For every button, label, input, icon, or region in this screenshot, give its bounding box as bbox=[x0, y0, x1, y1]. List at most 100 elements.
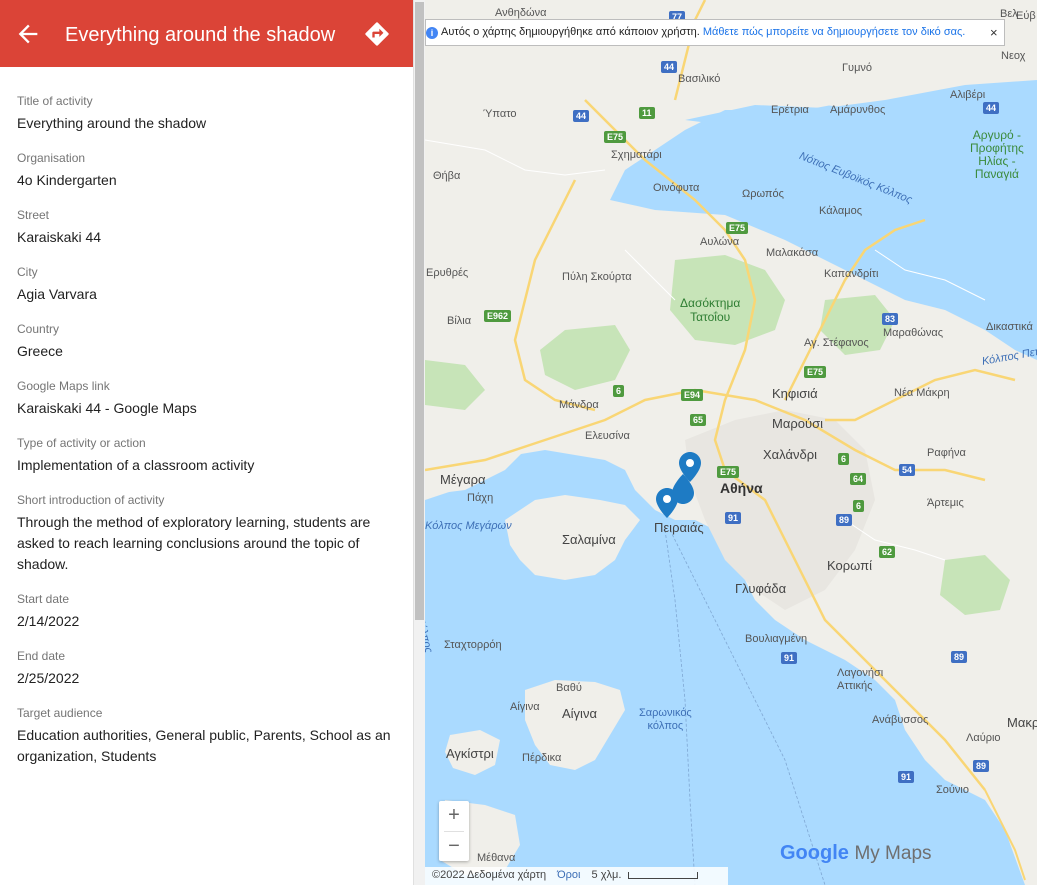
field-value: Agia Varvara bbox=[17, 286, 97, 302]
map-label: Μάνδρα bbox=[559, 399, 599, 411]
map-label: Καπανδρίτι bbox=[824, 268, 879, 280]
field-value: 4o Kindergarten bbox=[17, 172, 117, 188]
my-maps-logo: My Maps bbox=[854, 843, 932, 864]
map-label: Γυμνό bbox=[842, 62, 873, 74]
road-shield: 44 bbox=[573, 110, 590, 122]
zoom-out-button[interactable]: − bbox=[439, 832, 469, 862]
field-label: Short introduction of activity bbox=[17, 493, 165, 507]
map-label: Σούνιο bbox=[936, 784, 969, 796]
google-logo: Google bbox=[780, 842, 849, 864]
zoom-controls: + − bbox=[439, 801, 469, 861]
field-value: Education authorities, General public, P… bbox=[17, 727, 391, 764]
road-shield: 6 bbox=[613, 385, 625, 397]
field-label: Type of activity or action bbox=[17, 436, 146, 450]
zoom-in-button[interactable]: + bbox=[439, 801, 469, 831]
map-label: Γλυφάδα bbox=[735, 581, 787, 596]
field-value: 2/25/2022 bbox=[17, 670, 80, 686]
map-label: Λαγονήσι Αττικής bbox=[837, 667, 884, 692]
road-shield: 89 bbox=[836, 514, 853, 526]
field-city: City Agia Varvara bbox=[17, 264, 397, 305]
field-end-date: End date 2/25/2022 bbox=[17, 648, 397, 689]
arrow-back-icon[interactable] bbox=[14, 20, 42, 48]
road-shield: 11 bbox=[639, 107, 655, 119]
field-label: Country bbox=[17, 322, 60, 336]
map-label: Αθήνα bbox=[720, 480, 763, 496]
road-shield: 54 bbox=[899, 464, 916, 476]
map-label: Μακρ bbox=[1007, 715, 1037, 730]
field-country: Country Greece bbox=[17, 321, 397, 362]
field-label: End date bbox=[17, 649, 66, 663]
road-shield: 6 bbox=[838, 453, 850, 465]
google-my-maps-logo: Google My Maps bbox=[780, 842, 932, 865]
road-shield: 89 bbox=[973, 760, 990, 772]
road-shield: 91 bbox=[725, 512, 742, 524]
map-label: Εύβ bbox=[1016, 10, 1036, 22]
road-shield: E75 bbox=[717, 466, 740, 478]
map-label: Πύλη Σκούρτα bbox=[562, 271, 632, 283]
map-label: Οινόφυτα bbox=[653, 182, 700, 194]
map-label: Ερέτρια bbox=[771, 104, 809, 116]
field-label: City bbox=[17, 265, 38, 279]
map-label: Μέθανα bbox=[477, 852, 516, 864]
road-shield: E94 bbox=[681, 389, 704, 401]
map-label: Ερυθρές bbox=[426, 267, 469, 279]
map-label: Αγ. Στέφανος bbox=[804, 337, 869, 349]
field-value: Everything around the shadow bbox=[17, 115, 207, 131]
map-label: Άρτεμις bbox=[927, 497, 964, 509]
map-label: Βουλιαγμένη bbox=[745, 633, 808, 645]
map-label: Αίγινα bbox=[562, 706, 597, 721]
map-label: Μαραθώνας bbox=[883, 327, 944, 339]
map-label: Μαρούσι bbox=[772, 416, 823, 431]
road-shield: E962 bbox=[484, 310, 512, 322]
map-label: Ελευσίνα bbox=[585, 430, 630, 442]
notice-text: Αυτός ο χάρτης δημιουργήθηκε από κάποιον… bbox=[441, 20, 965, 45]
field-label: Title of activity bbox=[17, 94, 93, 108]
field-value: Implementation of a classroom activity bbox=[17, 457, 255, 473]
field-value: Greece bbox=[17, 343, 63, 359]
scale-label: 5 χλμ. bbox=[591, 869, 622, 881]
map-canvas[interactable]: Ανθηδώνα Βασιλικό Ύπατο Γυμνό Αλιβέρι Νε… bbox=[425, 0, 1037, 885]
map-label: Δικαστικά bbox=[986, 321, 1033, 333]
close-icon[interactable]: × bbox=[990, 20, 998, 45]
field-value: 2/14/2022 bbox=[17, 613, 80, 629]
map-label: Πειραιάς bbox=[654, 520, 704, 535]
map-label: Δασόκτημα Τατοΐου bbox=[680, 296, 741, 324]
map-label: Σαρωνικός κόλπος bbox=[639, 707, 692, 732]
map-footer: ©2022 Δεδομένα χάρτη Όροι 5 χλμ. bbox=[425, 867, 728, 885]
directions-icon[interactable] bbox=[363, 20, 391, 48]
map-label: Λαύριο bbox=[966, 732, 1001, 744]
map-label: Μέγαρα bbox=[440, 472, 486, 487]
notice-message: Αυτός ο χάρτης δημιουργήθηκε από κάποιον… bbox=[441, 26, 700, 38]
road-shield: 91 bbox=[898, 771, 915, 783]
road-shield: 89 bbox=[951, 651, 968, 663]
map-label: Πέρδικα bbox=[522, 752, 562, 764]
road-shield: 62 bbox=[879, 546, 896, 558]
field-value: Karaiskaki 44 bbox=[17, 229, 102, 245]
field-label: Street bbox=[17, 208, 50, 222]
road-shield: 44 bbox=[983, 102, 1000, 114]
map-label: Αλιβέρι bbox=[950, 89, 986, 101]
terms-link[interactable]: Όροι bbox=[557, 869, 580, 881]
map-label: Ραφήνα bbox=[927, 447, 966, 459]
map-label: Αμάρυνθος bbox=[830, 104, 886, 116]
create-map-link[interactable]: Μάθετε πώς μπορείτε να δημιουργήσετε τον… bbox=[703, 26, 965, 38]
map-label: Αγκίστρι bbox=[446, 746, 494, 761]
field-label: Start date bbox=[17, 592, 70, 606]
map-marker-pin[interactable] bbox=[656, 488, 678, 518]
maps-link[interactable]: Karaiskaki 44 - Google Maps bbox=[17, 398, 397, 419]
field-start-date: Start date 2/14/2022 bbox=[17, 591, 397, 632]
map-copyright: ©2022 Δεδομένα χάρτη bbox=[432, 869, 547, 881]
map-background bbox=[425, 0, 1037, 885]
field-label: Google Maps link bbox=[17, 379, 110, 393]
map-label: Βαθύ bbox=[556, 682, 582, 694]
map-label: Κηφισιά bbox=[772, 386, 818, 401]
road-shield: 6 bbox=[853, 500, 865, 512]
field-label: Target audience bbox=[17, 706, 103, 720]
scrollbar-thumb[interactable] bbox=[415, 2, 424, 620]
map-label: Πάχη bbox=[467, 492, 494, 504]
field-activity-type: Type of activity or action Implementatio… bbox=[17, 435, 397, 476]
map-label: Κορωπί bbox=[827, 558, 872, 573]
map-label: Σταχτορρόη bbox=[444, 639, 502, 651]
field-list: Title of activity Everything around the … bbox=[17, 93, 397, 783]
road-shield: 64 bbox=[850, 473, 867, 485]
